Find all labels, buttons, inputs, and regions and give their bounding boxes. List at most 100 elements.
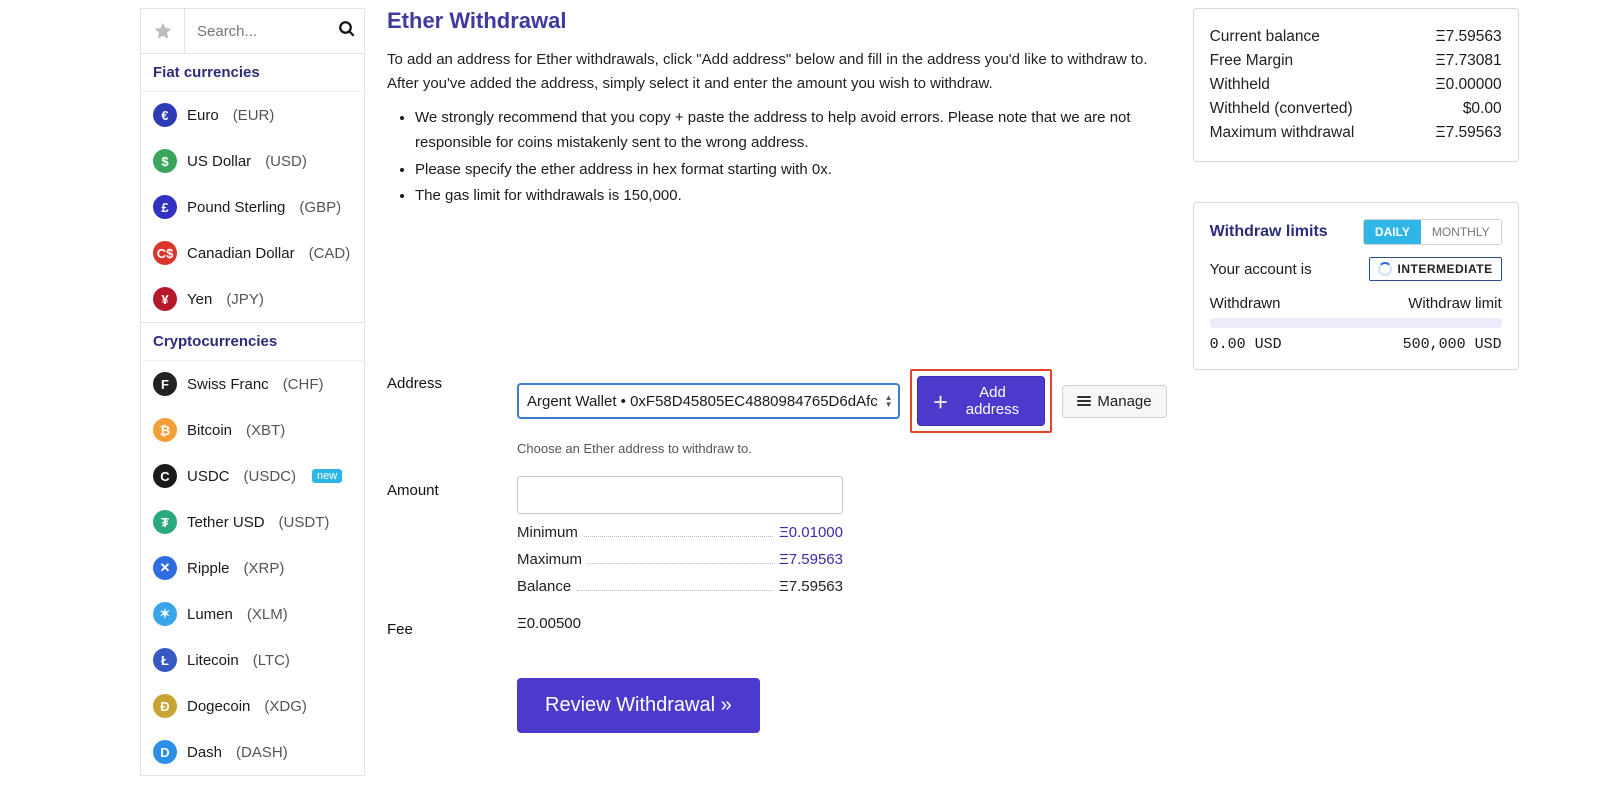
currency-icon: ✕ bbox=[153, 556, 177, 580]
currency-symbol: (CHF) bbox=[283, 376, 324, 393]
currency-symbol: (XLM) bbox=[247, 606, 288, 623]
currency-symbol: (XDG) bbox=[264, 698, 307, 715]
currency-name: Ripple bbox=[187, 560, 230, 577]
currency-name: Swiss Franc bbox=[187, 376, 269, 393]
currency-name: Tether USD bbox=[187, 514, 265, 531]
favorites-button[interactable] bbox=[141, 9, 185, 53]
currency-icon: £ bbox=[153, 195, 177, 219]
balance-row-label: Free Margin bbox=[1210, 52, 1294, 70]
currency-name: Dash bbox=[187, 744, 222, 761]
balance-row: Current balance Ξ7.59563 bbox=[1210, 25, 1502, 49]
withdraw-limits-title: Withdraw limits bbox=[1210, 223, 1328, 241]
amount-label: Amount bbox=[387, 476, 517, 499]
currency-item[interactable]: ✶ Lumen (XLM) bbox=[141, 591, 364, 637]
currency-icon: € bbox=[153, 103, 177, 127]
manage-button[interactable]: Manage bbox=[1062, 385, 1166, 418]
balance-panel: Current balance Ξ7.59563 Free Margin Ξ7.730… bbox=[1193, 8, 1519, 162]
address-label: Address bbox=[387, 369, 517, 392]
plus-icon: ＋ bbox=[932, 389, 948, 413]
balance-row: Free Margin Ξ7.73081 bbox=[1210, 49, 1502, 73]
currency-icon: ¥ bbox=[153, 287, 177, 311]
withdrawn-label: Withdrawn bbox=[1210, 295, 1281, 312]
currency-icon: F bbox=[153, 372, 177, 396]
amount-input[interactable] bbox=[517, 476, 843, 514]
add-address-button-label: Add address bbox=[955, 384, 1031, 418]
fiat-section-header: Fiat currencies bbox=[141, 54, 364, 92]
currency-item[interactable]: ₮ Tether USD (USDT) bbox=[141, 499, 364, 545]
balance-row-label: Current balance bbox=[1210, 28, 1320, 46]
currency-symbol: (XRP) bbox=[244, 560, 285, 577]
currency-symbol: (GBP) bbox=[299, 199, 341, 216]
currency-icon: D bbox=[153, 740, 177, 764]
note-item: The gas limit for withdrawals is 150,000… bbox=[415, 184, 1167, 209]
currency-item[interactable]: €Euro(EUR) bbox=[141, 92, 364, 138]
currency-symbol: (DASH) bbox=[236, 744, 288, 761]
search-icon[interactable] bbox=[338, 20, 356, 42]
currency-item[interactable]: ŁLitecoin(LTC) bbox=[141, 637, 364, 683]
currency-item[interactable]: C$ Canadian Dollar (CAD) bbox=[141, 230, 364, 276]
currency-item[interactable]: D Dash (DASH) bbox=[141, 729, 364, 775]
currency-item[interactable]: £ Pound Sterling (GBP) bbox=[141, 184, 364, 230]
currency-symbol: (USD) bbox=[265, 153, 307, 170]
balance-row: Withheld Ξ0.00000 bbox=[1210, 73, 1502, 97]
currency-symbol: (USDT) bbox=[279, 514, 330, 531]
maximum-label: Maximum bbox=[517, 551, 582, 568]
add-address-highlight: ＋ Add address bbox=[910, 369, 1052, 433]
notes-list: We strongly recommend that you copy + pa… bbox=[387, 106, 1167, 209]
address-select[interactable]: Argent Wallet • 0xF58D45805EC4880984765D… bbox=[517, 383, 900, 419]
currency-sidebar: Fiat currencies €Euro(EUR)$US Dollar(USD… bbox=[140, 8, 365, 776]
balance-row-label: Maximum withdrawal bbox=[1210, 124, 1355, 142]
balance-row-label: Withheld bbox=[1210, 76, 1270, 94]
withdraw-limit-label: Withdraw limit bbox=[1408, 295, 1501, 312]
balance-row: Maximum withdrawal Ξ7.59563 bbox=[1210, 121, 1502, 145]
balance-row-value: $0.00 bbox=[1463, 100, 1502, 118]
currency-name: Pound Sterling bbox=[187, 199, 285, 216]
currency-item[interactable]: CUSDC(USDC)new bbox=[141, 453, 364, 499]
tier-label: INTERMEDIATE bbox=[1398, 262, 1493, 276]
fee-label: Fee bbox=[387, 615, 517, 638]
withdraw-limits-panel: Withdraw limits DAILY MONTHLY Your accou… bbox=[1193, 202, 1519, 370]
new-badge: new bbox=[312, 469, 342, 483]
fee-value: Ξ0.00500 bbox=[517, 615, 581, 632]
currency-icon: ✶ bbox=[153, 602, 177, 626]
balance-row-value: Ξ7.59563 bbox=[1436, 28, 1502, 46]
currency-symbol: (CAD) bbox=[309, 245, 351, 262]
minimum-label: Minimum bbox=[517, 524, 578, 541]
currency-symbol: (EUR) bbox=[233, 107, 275, 124]
note-item: Please specify the ether address in hex … bbox=[415, 158, 1167, 183]
currency-item[interactable]: ✕ Ripple (XRP) bbox=[141, 545, 364, 591]
minimum-value: Ξ0.01000 bbox=[779, 524, 843, 541]
currency-item[interactable]: $US Dollar(USD) bbox=[141, 138, 364, 184]
withdraw-limit-value: 500,000 USD bbox=[1403, 336, 1502, 353]
currency-item[interactable]: ÐDogecoin(XDG) bbox=[141, 683, 364, 729]
address-hint: Choose an Ether address to withdraw to. bbox=[517, 441, 1167, 456]
currency-name: Lumen bbox=[187, 606, 233, 623]
balance-row-value: Ξ0.00000 bbox=[1436, 76, 1502, 94]
withdraw-progress-bar bbox=[1210, 318, 1502, 328]
manage-button-label: Manage bbox=[1097, 393, 1151, 410]
tab-monthly[interactable]: MONTHLY bbox=[1421, 220, 1501, 244]
review-withdrawal-button[interactable]: Review Withdrawal » bbox=[517, 678, 760, 733]
balance-row-value: Ξ7.59563 bbox=[1436, 124, 1502, 142]
tab-daily[interactable]: DAILY bbox=[1364, 220, 1421, 244]
add-address-button[interactable]: ＋ Add address bbox=[917, 376, 1045, 426]
currency-item[interactable]: F Swiss Franc (CHF) bbox=[141, 361, 364, 407]
currency-name: Litecoin bbox=[187, 652, 239, 669]
maximum-value: Ξ7.59563 bbox=[779, 551, 843, 568]
currency-name: Dogecoin bbox=[187, 698, 250, 715]
currency-symbol: (USDC) bbox=[244, 468, 297, 485]
currency-item[interactable]: ¥Yen(JPY) bbox=[141, 276, 364, 322]
account-tier-badge[interactable]: INTERMEDIATE bbox=[1369, 257, 1502, 281]
currency-name: USDC bbox=[187, 468, 230, 485]
spinner-icon bbox=[1378, 262, 1392, 276]
limits-period-tabs: DAILY MONTHLY bbox=[1363, 219, 1502, 245]
balance-value: Ξ7.59563 bbox=[779, 578, 843, 595]
currency-name: US Dollar bbox=[187, 153, 251, 170]
currency-item[interactable]: ₿Bitcoin(XBT) bbox=[141, 407, 364, 453]
balance-row-value: Ξ7.73081 bbox=[1436, 52, 1502, 70]
currency-icon: C$ bbox=[153, 241, 177, 265]
currency-name: Canadian Dollar bbox=[187, 245, 295, 262]
balance-row-label: Withheld (converted) bbox=[1210, 100, 1353, 118]
currency-icon: ₮ bbox=[153, 510, 177, 534]
currency-symbol: (JPY) bbox=[226, 291, 264, 308]
